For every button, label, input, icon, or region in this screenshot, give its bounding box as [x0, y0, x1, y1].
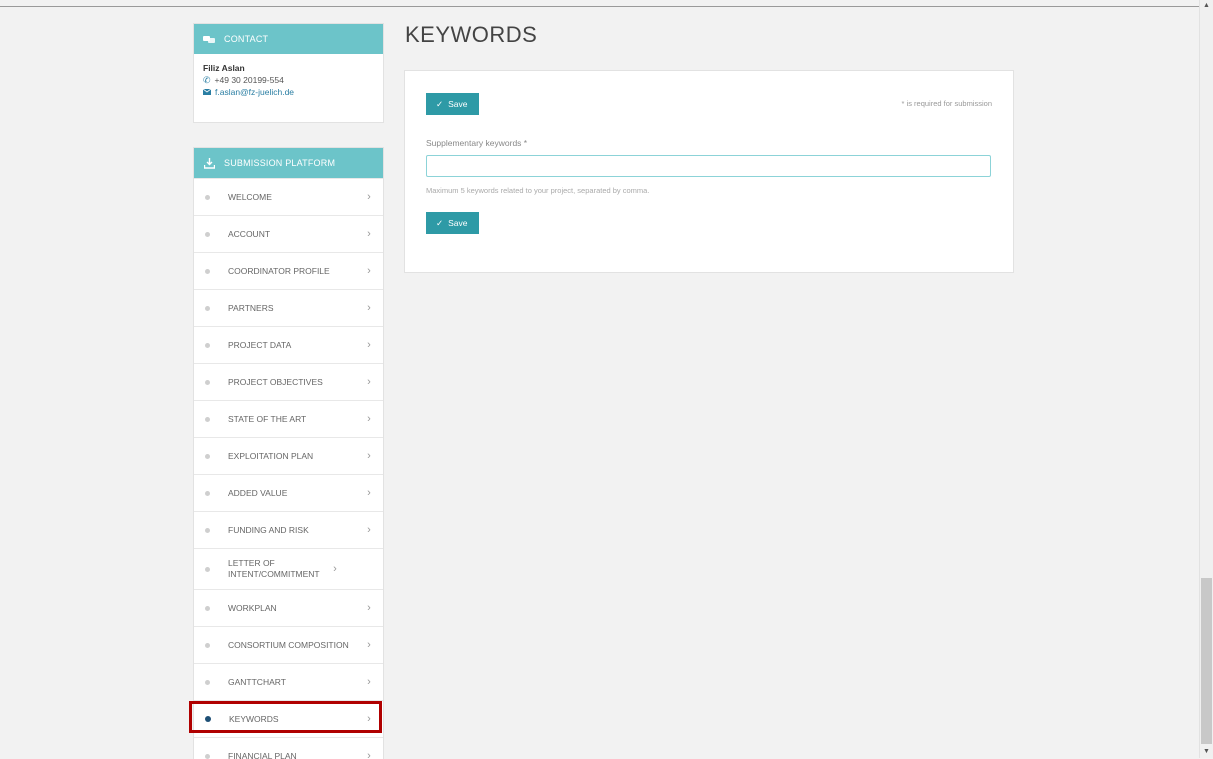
check-icon: ✓	[436, 99, 443, 110]
chevron-right-icon: ›	[362, 302, 376, 314]
submission-platform-nav: SUBMISSION PLATFORM WELCOME› ACCOUNT› CO…	[193, 147, 384, 759]
status-dot	[205, 417, 210, 422]
status-dot	[205, 232, 210, 237]
chevron-right-icon: ›	[362, 191, 376, 203]
chevron-right-icon: ›	[362, 376, 376, 388]
required-note: * is required for submission	[902, 99, 992, 108]
contact-name: Filiz Aslan	[203, 62, 374, 74]
sidebar-item-account[interactable]: ACCOUNT›	[194, 215, 383, 252]
contact-header-label: CONTACT	[224, 34, 268, 44]
scrollbar-thumb[interactable]	[1201, 578, 1212, 744]
status-dot	[205, 528, 210, 533]
submission-header-label: SUBMISSION PLATFORM	[224, 158, 335, 168]
sidebar-item-project-data[interactable]: PROJECT DATA›	[194, 326, 383, 363]
sidebar-item-label: STATE OF THE ART	[228, 414, 362, 425]
keywords-help-text: Maximum 5 keywords related to your proje…	[426, 186, 649, 195]
chat-bubbles-icon	[194, 35, 224, 44]
sidebar-item-label: EXPLOITATION PLAN	[228, 451, 362, 462]
sidebar-item-label: CONSORTIUM COMPOSITION	[228, 640, 362, 651]
scroll-down-arrow-icon[interactable]: ▼	[1200, 746, 1213, 758]
sidebar-item-label: FUNDING AND RISK	[228, 525, 362, 536]
sidebar-item-project-objectives[interactable]: PROJECT OBJECTIVES›	[194, 363, 383, 400]
sidebar-item-funding-and-risk[interactable]: FUNDING AND RISK›	[194, 511, 383, 548]
sidebar-item-consortium-composition[interactable]: CONSORTIUM COMPOSITION›	[194, 626, 383, 663]
chevron-right-icon: ›	[362, 487, 376, 499]
sidebar-item-label: PROJECT OBJECTIVES	[228, 377, 362, 388]
active-item-highlight	[189, 701, 382, 733]
check-icon: ✓	[436, 218, 443, 229]
contact-phone-row: ✆ +49 30 20199-554	[203, 74, 374, 86]
sidebar-item-label: PARTNERS	[228, 303, 362, 314]
top-divider	[0, 6, 1200, 7]
save-button-label: Save	[448, 99, 467, 109]
keywords-field-label: Supplementary keywords *	[426, 138, 527, 148]
status-dot	[205, 269, 210, 274]
status-dot	[205, 680, 210, 685]
sidebar-item-exploitation-plan[interactable]: EXPLOITATION PLAN›	[194, 437, 383, 474]
contact-card: CONTACT Filiz Aslan ✆ +49 30 20199-554 f…	[193, 23, 384, 123]
sidebar-item-letter-of-intent[interactable]: LETTER OF INTENT/COMMITMENT›	[194, 548, 383, 589]
keywords-input[interactable]	[426, 155, 991, 177]
sidebar-item-state-of-the-art[interactable]: STATE OF THE ART›	[194, 400, 383, 437]
save-button-label: Save	[448, 218, 467, 228]
sidebar-item-coordinator-profile[interactable]: COORDINATOR PROFILE›	[194, 252, 383, 289]
chevron-right-icon: ›	[362, 450, 376, 462]
status-dot	[205, 380, 210, 385]
chevron-right-icon: ›	[362, 602, 376, 614]
chevron-right-icon: ›	[362, 639, 376, 651]
contact-phone: +49 30 20199-554	[215, 74, 284, 86]
sidebar-item-label: WORKPLAN	[228, 603, 362, 614]
submission-platform-header: SUBMISSION PLATFORM	[194, 148, 383, 178]
status-dot	[205, 195, 210, 200]
chevron-right-icon: ›	[362, 339, 376, 351]
scroll-up-arrow-icon[interactable]: ▲	[1200, 0, 1213, 12]
contact-email-link[interactable]: f.aslan@fz-juelich.de	[215, 86, 294, 98]
status-dot	[205, 567, 210, 572]
status-dot	[205, 643, 210, 648]
sidebar-item-label: ADDED VALUE	[228, 488, 362, 499]
status-dot	[205, 343, 210, 348]
save-button-top[interactable]: ✓ Save	[426, 93, 479, 115]
chevron-right-icon: ›	[328, 563, 342, 575]
sidebar-item-label: PROJECT DATA	[228, 340, 362, 351]
status-dot	[205, 454, 210, 459]
page-title: KEYWORDS	[405, 22, 537, 48]
sidebar-item-ganttchart[interactable]: GANTTCHART›	[194, 663, 383, 700]
status-dot	[205, 606, 210, 611]
sidebar-item-label: COORDINATOR PROFILE	[228, 266, 362, 277]
sidebar-item-label: ACCOUNT	[228, 229, 362, 240]
chevron-right-icon: ›	[362, 265, 376, 277]
status-dot	[205, 306, 210, 311]
page-scrollbar[interactable]: ▲ ▼	[1199, 0, 1213, 758]
status-dot	[205, 491, 210, 496]
envelope-icon	[203, 86, 211, 98]
sidebar-item-label: GANTTCHART	[228, 677, 362, 688]
chevron-right-icon: ›	[362, 524, 376, 536]
save-button-bottom[interactable]: ✓ Save	[426, 212, 479, 234]
contact-email-row[interactable]: f.aslan@fz-juelich.de	[203, 86, 374, 98]
sidebar-item-label: WELCOME	[228, 192, 362, 203]
sidebar-item-financial-plan[interactable]: FINANCIAL PLAN›	[194, 737, 383, 759]
chevron-right-icon: ›	[362, 413, 376, 425]
phone-icon: ✆	[203, 74, 211, 86]
keywords-form-panel: ✓ Save * is required for submission Supp…	[404, 70, 1014, 273]
chevron-right-icon: ›	[362, 228, 376, 240]
contact-card-header: CONTACT	[194, 24, 383, 54]
download-icon	[194, 158, 224, 169]
sidebar-item-workplan[interactable]: WORKPLAN›	[194, 589, 383, 626]
contact-details: Filiz Aslan ✆ +49 30 20199-554 f.aslan@f…	[194, 54, 383, 122]
sidebar-item-partners[interactable]: PARTNERS›	[194, 289, 383, 326]
sidebar-item-label: LETTER OF INTENT/COMMITMENT	[228, 558, 328, 580]
sidebar-item-added-value[interactable]: ADDED VALUE›	[194, 474, 383, 511]
chevron-right-icon: ›	[362, 676, 376, 688]
sidebar-item-welcome[interactable]: WELCOME›	[194, 178, 383, 215]
